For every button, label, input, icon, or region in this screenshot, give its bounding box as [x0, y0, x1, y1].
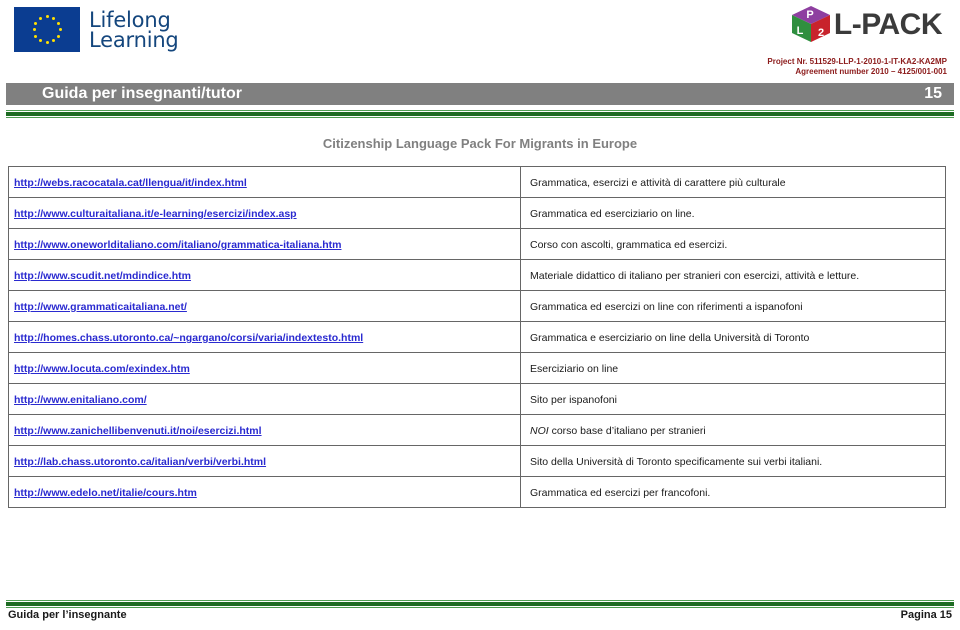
- eu-star-icon: [34, 21, 38, 25]
- table-row: http://www.scudit.net/mdindice.htm Materi…: [8, 259, 946, 291]
- table-cell-url: http://www.grammaticaitaliana.net/: [8, 290, 521, 322]
- header-green-divider: [6, 110, 954, 118]
- table-cell-url: http://www.culturaitaliana.it/e-learning…: [8, 197, 521, 229]
- table-cell-description: Grammatica ed esercizi per francofoni.: [520, 476, 946, 508]
- table-cell-url: http://www.oneworlditaliano.com/italiano…: [8, 228, 521, 260]
- resource-link[interactable]: http://www.edelo.net/italie/cours.htm: [14, 487, 197, 499]
- table-cell-url: http://webs.racocatala.cat/llengua/it/in…: [8, 166, 521, 198]
- eu-star-icon: [56, 21, 60, 25]
- svg-text:P: P: [806, 9, 813, 21]
- footer-page-number: Pagina 15: [900, 609, 952, 621]
- resource-link[interactable]: http://www.zanichellibenvenuti.it/noi/es…: [14, 425, 262, 437]
- resource-description: Grammatica ed esercizi on line con rifer…: [530, 301, 803, 313]
- table-cell-description: Eserciziario on line: [520, 352, 946, 384]
- resource-link[interactable]: http://www.scudit.net/mdindice.htm: [14, 270, 191, 282]
- table-row: http://webs.racocatala.cat/llengua/it/in…: [8, 166, 946, 198]
- resource-link[interactable]: http://www.oneworlditaliano.com/italiano…: [14, 239, 341, 251]
- table-row: http://www.enitaliano.com/Sito per ispan…: [8, 383, 946, 415]
- table-cell-description: NOI corso base d’italiano per stranieri: [520, 414, 946, 446]
- lifelong-learning-logo: Lifelong Learning: [14, 7, 179, 52]
- table-cell-url: http://www.locuta.com/exindex.htm: [8, 352, 521, 384]
- table-row: http://www.culturaitaliana.it/e-learning…: [8, 197, 946, 229]
- resource-description: Sito per ispanofoni: [530, 394, 617, 406]
- resource-description: Sito della Università di Toronto specifi…: [530, 456, 823, 468]
- resource-description: NOI corso base d’italiano per stranieri: [530, 425, 706, 437]
- document-subtitle: Citizenship Language Pack For Migrants i…: [322, 136, 638, 151]
- lpack-logo: P L 2 L-PACK: [790, 5, 943, 45]
- resource-links-table: http://webs.racocatala.cat/llengua/it/in…: [8, 166, 946, 508]
- resource-description-rest: corso base d’italiano per stranieri: [548, 425, 706, 437]
- header-page-number: 15: [924, 85, 942, 102]
- table-row: http://www.oneworlditaliano.com/italiano…: [8, 228, 946, 260]
- footer-green-divider: [6, 600, 954, 608]
- agreement-number: Agreement number 2010 – 4125/001-001: [795, 67, 947, 76]
- resource-link[interactable]: http://www.grammaticaitaliana.net/: [14, 301, 187, 313]
- table-cell-url: http://homes.chass.utoronto.ca/~ngargano…: [8, 321, 521, 353]
- resource-link[interactable]: http://www.locuta.com/exindex.htm: [14, 363, 190, 375]
- page-title: Guida per insegnanti/tutor: [42, 85, 243, 102]
- eu-star-icon: [52, 39, 55, 43]
- table-cell-description: Grammatica ed esercizi on line con rifer…: [520, 290, 946, 322]
- resource-description: Corso con ascolti, grammatica ed eserciz…: [530, 239, 728, 251]
- table-cell-url: http://www.edelo.net/italie/cours.htm: [8, 476, 521, 508]
- svg-text:2: 2: [818, 27, 824, 39]
- resource-description: Eserciziario on line: [530, 363, 619, 375]
- resource-link[interactable]: http://lab.chass.utoronto.ca/italian/ver…: [14, 456, 266, 468]
- table-cell-description: Sito per ispanofoni: [520, 383, 946, 415]
- eu-star-icon: [56, 34, 60, 38]
- eu-star-icon: [39, 16, 42, 20]
- table-row: http://homes.chass.utoronto.ca/~ngargano…: [8, 321, 946, 353]
- footer-document-title: Guida per l’insegnante: [8, 609, 127, 621]
- table-row: http://www.edelo.net/italie/cours.htm Gra…: [8, 476, 946, 508]
- resource-link[interactable]: http://homes.chass.utoronto.ca/~ngargano…: [14, 332, 363, 344]
- lifelong-learning-label: Lifelong Learning: [89, 7, 179, 52]
- eu-star-icon: [58, 28, 62, 31]
- page-header: Lifelong Learning P L 2 L-PACK Project N…: [0, 0, 960, 110]
- table-cell-url: http://lab.chass.utoronto.ca/italian/ver…: [8, 445, 521, 477]
- table-cell-description: Sito della Università di Toronto specifi…: [520, 445, 946, 477]
- table-cell-description: Materiale didattico di italiano per stra…: [520, 259, 946, 291]
- eu-star-icon: [39, 39, 42, 43]
- table-row: http://www.locuta.com/exindex.htm Eserciz…: [8, 352, 946, 384]
- eu-star-icon: [52, 16, 55, 20]
- table-cell-url: http://www.zanichellibenvenuti.it/noi/es…: [8, 414, 521, 446]
- eu-star-icon: [45, 15, 49, 18]
- eu-flag-icon: [14, 7, 80, 52]
- table-row: http://www.zanichellibenvenuti.it/noi/es…: [8, 414, 946, 446]
- svg-text:L: L: [797, 25, 804, 37]
- resource-description-emphasis: NOI: [530, 425, 549, 437]
- table-row: http://www.grammaticaitaliana.net/Gramma…: [8, 290, 946, 322]
- resource-link[interactable]: http://www.enitaliano.com/: [14, 394, 147, 406]
- project-info: Project Nr. 511529-LLP-1-2010-1-IT-KA2-K…: [767, 57, 947, 77]
- resource-description: Materiale didattico di italiano per stra…: [530, 270, 860, 282]
- table-cell-description: Corso con ascolti, grammatica ed eserciz…: [520, 228, 946, 260]
- table-cell-description: Grammatica ed eserciziario on line.: [520, 197, 946, 229]
- eu-star-icon: [34, 34, 38, 38]
- resource-description: Grammatica ed esercizi per francofoni.: [530, 487, 711, 499]
- table-row: http://lab.chass.utoronto.ca/italian/ver…: [8, 445, 946, 477]
- project-number: Project Nr. 511529-LLP-1-2010-1-IT-KA2-K…: [767, 57, 947, 66]
- resource-link[interactable]: http://www.culturaitaliana.it/e-learning…: [14, 208, 297, 220]
- header-title-bar: Guida per insegnanti/tutor 15: [6, 83, 954, 105]
- lpack-cube-icon: P L 2: [790, 5, 832, 45]
- table-cell-url: http://www.scudit.net/mdindice.htm: [8, 259, 521, 291]
- resource-description: Grammatica ed eserciziario on line.: [530, 208, 695, 220]
- lpack-wordmark: L-PACK: [833, 8, 943, 41]
- table-cell-url: http://www.enitaliano.com/: [8, 383, 521, 415]
- eu-star-icon: [32, 28, 36, 31]
- table-cell-description: Grammatica, esercizi e attività di carat…: [520, 166, 946, 198]
- eu-star-icon: [45, 41, 49, 44]
- page-footer: Guida per l’insegnante Pagina 15: [8, 609, 952, 621]
- resource-link[interactable]: http://webs.racocatala.cat/llengua/it/in…: [14, 177, 247, 189]
- resource-description: Grammatica, esercizi e attività di carat…: [530, 177, 786, 189]
- table-cell-description: Grammatica e eserciziario on line della …: [520, 321, 946, 353]
- resource-description: Grammatica e eserciziario on line della …: [530, 332, 810, 344]
